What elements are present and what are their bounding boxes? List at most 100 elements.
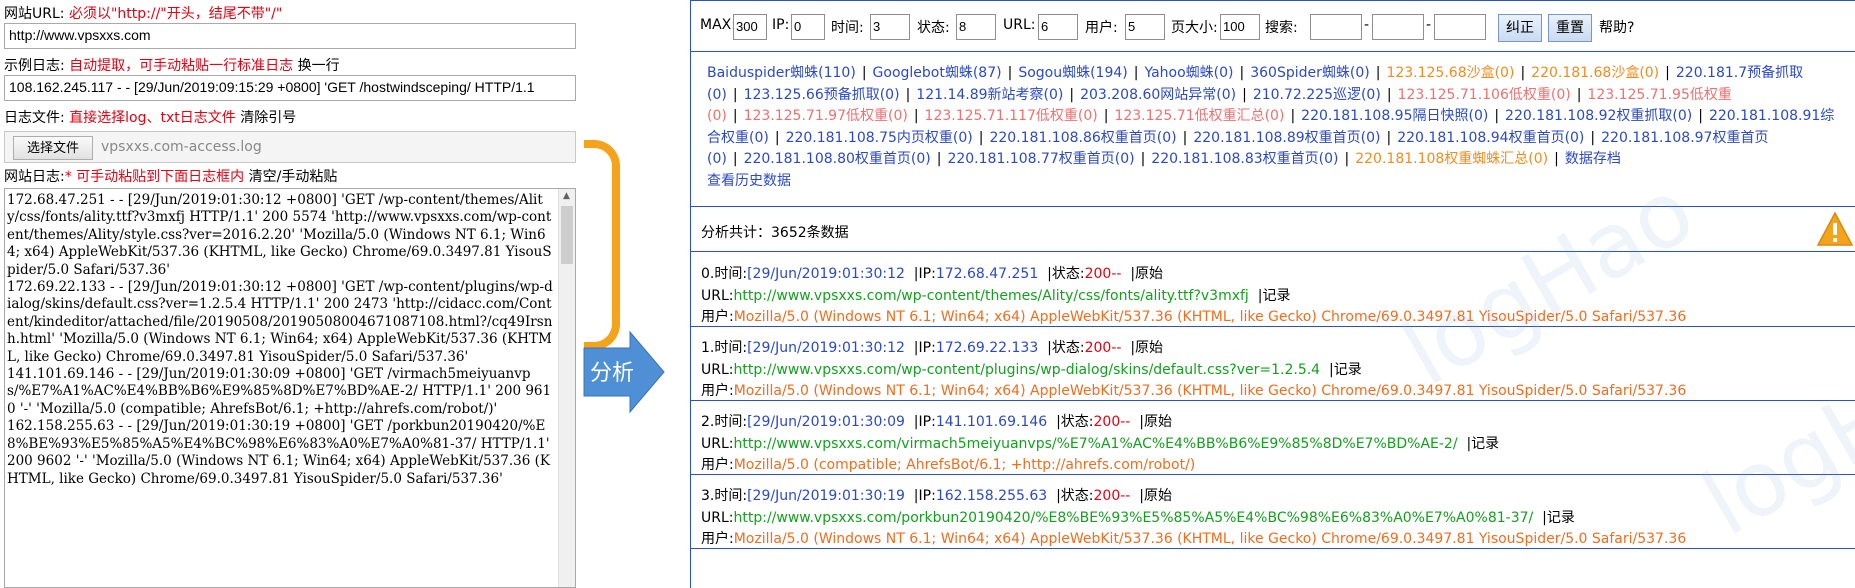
spider-link[interactable]: 220.181.108.89权重首页(0): [1193, 130, 1380, 146]
bracket-graphic: [584, 140, 620, 350]
spider-link[interactable]: 220.181.108.80权重首页(0): [744, 151, 931, 167]
spider-link[interactable]: 220.181.108.94权重首页(0): [1397, 130, 1584, 146]
spider-link[interactable]: 123.125.66预备抓取(0): [744, 87, 900, 103]
spider-link[interactable]: 123.125.71.117低权重(0): [925, 108, 1098, 124]
url-filter-input[interactable]: 6: [1038, 14, 1078, 40]
spider-link[interactable]: 220.181.108.86权重首页(0): [989, 130, 1176, 146]
ip-input[interactable]: 0: [791, 14, 825, 40]
file-row: 日志文件: 直接选择log、txt日志文件 清除引号: [4, 107, 296, 127]
record-status-label: |状态:: [1047, 266, 1085, 282]
scroll-thumb[interactable]: [561, 206, 573, 264]
record-log-link[interactable]: |记录: [1542, 510, 1575, 526]
record-user-label: 用户:: [701, 309, 734, 326]
link-separator: |: [1069, 86, 1075, 103]
page-size-label: 页大小:: [1171, 20, 1218, 36]
spider-link[interactable]: 220.181.108.77权重首页(0): [947, 151, 1134, 167]
spider-link[interactable]: 查看历史数据: [707, 173, 791, 189]
spider-link[interactable]: Googlebot蜘蛛(87): [873, 65, 1002, 81]
scroll-up-icon[interactable]: ▲: [563, 191, 570, 201]
dash-2: -: [1426, 17, 1432, 33]
record-original-link[interactable]: |原始: [1130, 266, 1163, 282]
sample-label: 示例日志:: [4, 58, 65, 74]
record-status: 200--: [1084, 340, 1122, 356]
search-input-3[interactable]: [1434, 14, 1486, 40]
clear-quotes-link[interactable]: 清除引号: [240, 110, 296, 126]
scrollbar[interactable]: ▲: [558, 189, 575, 587]
analyze-arrow-icon[interactable]: 分析: [582, 330, 666, 414]
spider-link[interactable]: 220.181.108.92权重抓取(0): [1505, 108, 1692, 124]
help-link[interactable]: 帮助?: [1599, 17, 1634, 37]
spider-link[interactable]: 360Spider蜘蛛(0): [1250, 65, 1369, 81]
record-original-link[interactable]: |原始: [1139, 414, 1172, 430]
record-url[interactable]: http://www.vpsxxs.com/wp-content/themes/…: [734, 288, 1249, 304]
spider-link[interactable]: 121.14.89新站考察(0): [916, 87, 1063, 103]
status-input[interactable]: 8: [956, 14, 996, 40]
record-time: [29/Jun/2019:01:30:19: [747, 488, 905, 504]
next-line-link[interactable]: 换一行: [298, 58, 340, 74]
log-textarea[interactable]: 172.68.47.251 - - [29/Jun/2019:01:30:12 …: [4, 188, 576, 588]
sample-hint: 自动提取，可手动粘贴一行标准日志: [69, 58, 294, 74]
record-url[interactable]: http://www.vpsxxs.com/porkbun20190420/%E…: [734, 510, 1534, 526]
choose-file-button[interactable]: 选择文件: [13, 136, 93, 160]
record-ip-label: |IP:: [913, 266, 936, 282]
url-input[interactable]: http://www.vpsxxs.com: [4, 23, 576, 49]
record-line-1: 3.时间:[29/Jun/2019:01:30:19 |IP:162.158.2…: [701, 486, 1855, 508]
spider-link[interactable]: 数据存档: [1565, 151, 1621, 167]
spider-link[interactable]: 123.125.68沙盒(0): [1386, 65, 1514, 81]
record-ip-label: |IP:: [913, 340, 936, 356]
record-url[interactable]: http://www.vpsxxs.com/virmach5meiyuanvps…: [734, 436, 1458, 452]
spider-link[interactable]: 220.181.108.95隔日快照(0): [1301, 108, 1488, 124]
record-original-link[interactable]: |原始: [1139, 488, 1172, 504]
record-url[interactable]: http://www.vpsxxs.com/wp-content/plugins…: [734, 362, 1321, 378]
link-separator: |: [1140, 151, 1146, 168]
spider-link[interactable]: 210.72.225巡逻(0): [1253, 87, 1381, 103]
spider-link[interactable]: 220.181.108.83权重首页(0): [1151, 151, 1338, 167]
spider-link[interactable]: 220.181.108权重蜘蛛汇总(0): [1355, 151, 1548, 167]
url-filter-label: URL:: [1003, 17, 1036, 33]
page-size-input[interactable]: 100: [1220, 14, 1260, 40]
sample-row: 示例日志: 自动提取，可手动粘贴一行标准日志 换一行: [4, 55, 340, 75]
record-url-label: URL:: [701, 287, 734, 304]
link-separator: |: [905, 86, 911, 103]
record-url-label: URL:: [701, 361, 734, 378]
clear-paste-link[interactable]: 清空/手动粘贴: [249, 169, 338, 185]
time-input[interactable]: 3: [870, 14, 910, 40]
link-separator: |: [1242, 86, 1247, 103]
record-time-label: 时间:: [714, 340, 748, 356]
record-log-link[interactable]: |记录: [1466, 436, 1499, 452]
record-line-2: URL:http://www.vpsxxs.com/wp-content/the…: [701, 286, 1855, 308]
correct-button[interactable]: 纠正: [1498, 14, 1542, 42]
spider-link[interactable]: 123.125.71.106低权重(0): [1398, 87, 1571, 103]
max-input[interactable]: 300: [733, 14, 767, 40]
record-index: 1.: [701, 340, 715, 356]
spider-link[interactable]: Sogou蜘蛛(194): [1018, 65, 1127, 81]
record-ip[interactable]: 141.101.69.146: [936, 414, 1047, 430]
record-time: [29/Jun/2019:01:30:12: [747, 340, 905, 356]
spider-link[interactable]: 220.181.68沙盒(0): [1531, 65, 1659, 81]
record-log-link[interactable]: |记录: [1329, 362, 1362, 378]
record-ip[interactable]: 172.69.22.133: [936, 340, 1038, 356]
record-original-link[interactable]: |原始: [1130, 340, 1163, 356]
spider-link[interactable]: Yahoo蜘蛛(0): [1144, 65, 1233, 81]
search-input-2[interactable]: [1372, 14, 1424, 40]
record-ip[interactable]: 162.158.255.63: [936, 488, 1047, 504]
url-label: 网站URL:: [4, 6, 65, 22]
reset-button[interactable]: 重置: [1548, 14, 1592, 42]
spider-link[interactable]: 123.125.71低权重汇总(0): [1114, 108, 1284, 124]
record-user-label: 用户:: [701, 457, 734, 474]
spider-link[interactable]: 123.125.71.97低权重(0): [744, 108, 908, 124]
record-log-link[interactable]: |记录: [1258, 288, 1291, 304]
max-label: MAX:: [700, 17, 736, 33]
link-separator: |: [1344, 151, 1350, 168]
spider-link[interactable]: 220.181.108.75内页权重(0): [786, 130, 973, 146]
warning-icon: [1816, 211, 1854, 246]
record-item: 0.时间:[29/Jun/2019:01:30:12 |IP:172.68.47…: [691, 253, 1855, 327]
search-input-1[interactable]: [1310, 14, 1362, 40]
sample-input[interactable]: 108.162.245.117 - - [29/Jun/2019:09:15:2…: [4, 75, 576, 101]
url-hint: 必须以"http://"开头，结尾不带"/": [68, 6, 283, 22]
record-ip[interactable]: 172.68.47.251: [936, 266, 1038, 282]
spider-link[interactable]: Baiduspider蜘蛛(110): [707, 65, 856, 81]
summary-text: 分析共计：3652条数据: [701, 225, 849, 241]
spider-link[interactable]: 203.208.60网站异常(0): [1080, 87, 1236, 103]
user-input[interactable]: 5: [1125, 14, 1165, 40]
